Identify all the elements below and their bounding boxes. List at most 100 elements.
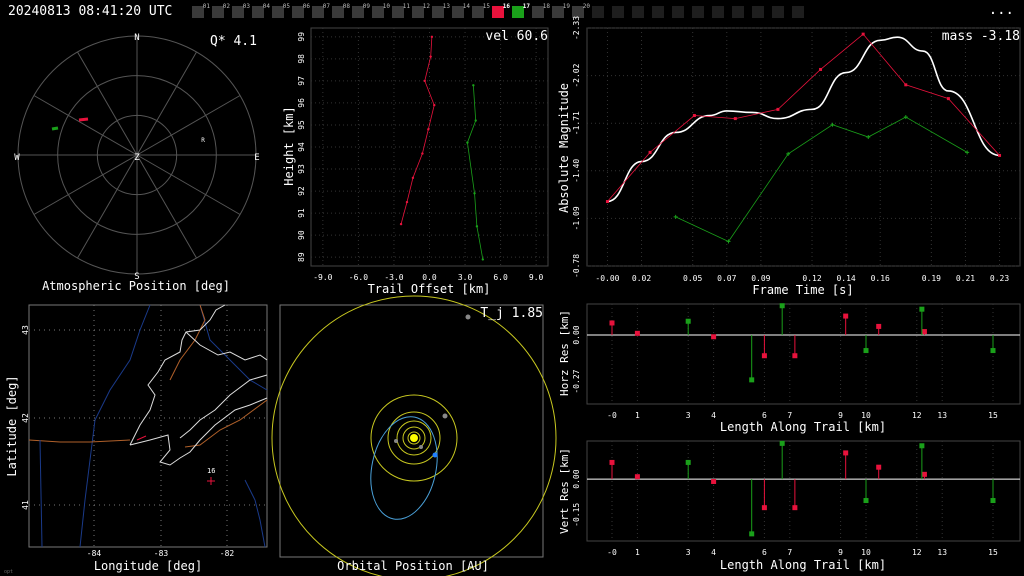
map-ytick: 42: [21, 413, 30, 423]
green-track: [51, 126, 59, 131]
trail-frame: [310, 27, 549, 267]
mag-point-red: [819, 67, 823, 71]
res-point-red: [792, 505, 798, 511]
trail-ytick: 99: [297, 32, 306, 42]
red-track: [78, 117, 89, 122]
trail-ylabel: Height [km]: [282, 106, 296, 185]
polar-spoke: [136, 154, 197, 259]
mag-ylabel: Absolute Magnitude: [557, 83, 571, 213]
mag-point-red: [904, 83, 908, 87]
atmospheric-position-panel: N S E W Z R Q* 4.1 Atmospheric Position …: [14, 33, 259, 293]
planet-icon: [442, 413, 448, 419]
trail-point-green: [472, 84, 475, 87]
res-xtick: -0: [607, 411, 617, 420]
res-point-red: [876, 323, 882, 329]
mag-fit-curve: [607, 36, 1000, 203]
res-frame: [586, 440, 1021, 542]
trail-xtick: 3.0: [458, 273, 473, 282]
planet-icon: [465, 314, 471, 320]
res-point-green: [919, 443, 925, 449]
res-xtick: 1: [635, 411, 640, 420]
res-point-green: [779, 303, 785, 309]
trail-xtick: 6.0: [493, 273, 508, 282]
res-xtick: 6: [762, 548, 767, 557]
mag-ytick: -1.09: [572, 206, 581, 230]
trail-xtick: -3.0: [384, 273, 403, 282]
trail-point-green: [475, 225, 479, 228]
tisserand-stat: T_j 1.85: [480, 306, 543, 321]
res-point-green: [990, 348, 996, 354]
mag-xtick: 0.07: [717, 274, 736, 283]
mag-xtick: 0.02: [632, 274, 651, 283]
mag-xtick: 0.09: [751, 274, 770, 283]
trail-xtick: 9.0: [529, 273, 544, 282]
polar-spoke: [136, 95, 241, 156]
trail-xtick: -6.0: [349, 273, 368, 282]
end-point-label: 16: [207, 467, 215, 475]
mag-point-red: [733, 117, 737, 121]
trail-xlabel: Trail Offset [km]: [368, 282, 491, 296]
trail-point-red: [411, 176, 415, 180]
map-xtick: -82: [220, 549, 235, 558]
res-point-red: [761, 505, 767, 511]
trail-point-green: [466, 141, 469, 144]
hres-ylabel: Horz Res [km]: [558, 310, 571, 396]
polar-spoke: [77, 154, 138, 259]
trail-series-green: [467, 85, 484, 260]
trail-ytick: 91: [297, 208, 306, 218]
map-ytick: 43: [21, 325, 30, 335]
earth-icon: [432, 452, 438, 458]
trail-point-red: [427, 128, 430, 131]
planet-icon: [394, 439, 398, 443]
res-point-green: [685, 459, 691, 465]
map-ylabel: Latitude [deg]: [5, 375, 19, 476]
map-ytick: 41: [21, 500, 30, 510]
polar-spoke: [33, 154, 138, 215]
res-point-red: [921, 329, 927, 335]
res-xtick: 4: [711, 548, 716, 557]
res-xtick: 10: [861, 411, 871, 420]
mag-ytick: -0.78: [572, 254, 581, 278]
res-point-green: [863, 498, 869, 504]
res-point-green: [919, 306, 925, 312]
map-xtick: -84: [87, 549, 102, 558]
res-point-red: [634, 330, 640, 336]
trail-point-red: [433, 103, 436, 107]
map-xtick: -83: [154, 549, 169, 558]
q-star-stat: Q* 4.1: [210, 34, 257, 49]
east-label: E: [254, 153, 259, 163]
orbit-xlabel: Orbital Position [AU]: [337, 559, 489, 573]
res-point-red: [609, 320, 615, 326]
res-xtick: 13: [937, 548, 947, 557]
trail-ytick: 96: [297, 98, 306, 108]
velocity-stat: vel 60.6: [485, 29, 548, 44]
trail-point-red: [430, 35, 434, 39]
radiant-label: R: [201, 137, 205, 144]
res-xtick: 10: [861, 548, 871, 557]
trail-ytick: 93: [297, 164, 306, 174]
orbit-frame: [279, 304, 544, 558]
res-xtick: 15: [988, 411, 998, 420]
mag-xtick: 0.23: [990, 274, 1009, 283]
trail-height-panel: -9.0 -6.0 -3.0 0.0 3.0 6.0 9.0 89 90 91 92 93 94 95 96…: [282, 27, 549, 296]
trail-point-red: [405, 200, 409, 204]
trail-ytick: 98: [297, 54, 306, 64]
res-point-red: [876, 464, 882, 470]
res-point-green: [863, 348, 869, 354]
mag-series-green: [675, 116, 968, 242]
res-point-red: [792, 353, 798, 359]
trail-point-red: [421, 152, 424, 155]
res-point-green: [749, 531, 755, 537]
polar-spoke: [136, 154, 241, 215]
res-xtick: 1: [635, 548, 640, 557]
mag-point-red: [861, 32, 865, 36]
res-point-red: [634, 474, 640, 480]
res-xtick: 3: [686, 548, 691, 557]
west-label: W: [14, 153, 20, 163]
res-xtick: 7: [787, 411, 792, 420]
res-point-red: [711, 478, 717, 484]
mag-ytick: -2.02: [572, 63, 581, 87]
mag-point-red: [692, 114, 696, 118]
res-xtick: 12: [912, 411, 922, 420]
map-frame: [28, 304, 268, 548]
